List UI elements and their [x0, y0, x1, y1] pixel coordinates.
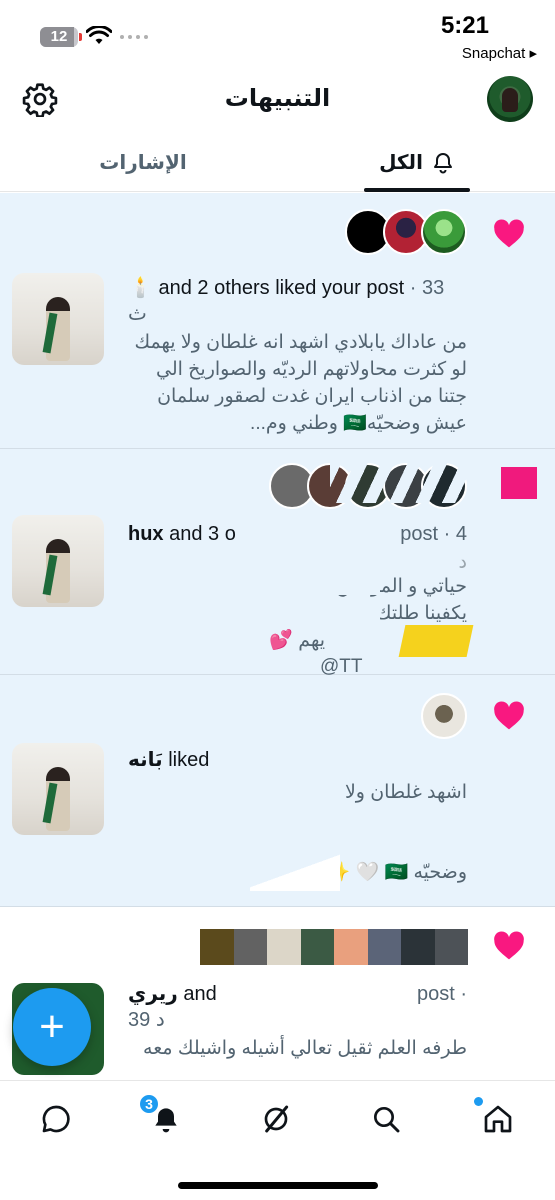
grok-icon — [264, 1105, 289, 1133]
liker-name: بَانه — [128, 749, 163, 771]
compose-button[interactable]: + — [13, 988, 91, 1066]
notification-summary: 🕯️ and 2 others liked your post · 33 ث — [128, 275, 467, 327]
liker-avatars[interactable] — [345, 209, 467, 255]
tab-selected-indicator — [364, 188, 470, 192]
post-thumbnail[interactable] — [12, 743, 104, 835]
heart-icon — [494, 219, 524, 248]
nav-messages[interactable] — [36, 1099, 76, 1139]
nav-search[interactable] — [366, 1099, 406, 1139]
redaction — [200, 929, 468, 965]
back-to-app-link[interactable]: Snapchat ▸ — [462, 44, 537, 62]
redaction — [250, 601, 380, 627]
summary-tail: post · 4 — [400, 523, 467, 545]
timestamp: 39 د — [128, 1009, 165, 1031]
bell-icon — [433, 153, 452, 174]
nav-grok[interactable] — [256, 1099, 296, 1139]
tab-all[interactable]: الكل — [364, 132, 470, 192]
profile-avatar[interactable] — [487, 76, 533, 122]
redaction — [330, 459, 470, 503]
bottom-nav: 3 — [0, 1080, 555, 1200]
notification-item[interactable]: بَانه liked اشهد غلطان ولا وضحيّه 🇸🇦 🤍 ✨ — [0, 675, 555, 907]
notification-item[interactable]: ريري and post · 39 د طرفه العلم ثقيل تعا… — [0, 907, 555, 1080]
redaction — [250, 851, 340, 891]
nav-notifications[interactable]: 3 — [138, 1093, 186, 1139]
notification-tabs: الكل الإشارات — [0, 132, 555, 192]
post-thumbnail[interactable] — [12, 273, 104, 365]
summary-prefix: 🕯️ — [128, 277, 159, 299]
liker-avatar[interactable] — [421, 209, 467, 255]
battery-icon: 12 — [40, 27, 82, 47]
redaction — [398, 625, 474, 657]
summary-text: and 3 o — [163, 523, 236, 545]
summary-tail: post · — [416, 983, 467, 1005]
notifications-feed[interactable]: 🕯️ and 2 others liked your post · 33 ث م… — [0, 193, 555, 1080]
notification-summary: بَانه liked — [128, 747, 467, 773]
post-excerpt: من عاداك يابلادي اشهد انه غلطان ولا يهمك… — [134, 332, 467, 434]
redaction — [230, 569, 380, 595]
home-indicator[interactable] — [178, 1182, 378, 1189]
liker-name: hux — [128, 523, 164, 545]
tab-all-label: الكل — [379, 151, 423, 174]
liker-avatars[interactable] — [421, 693, 467, 739]
notification-item[interactable]: 🕯️ and 2 others liked your post · 33 ث م… — [0, 193, 555, 449]
redaction — [238, 515, 390, 551]
summary-text: and 2 others liked your post — [158, 277, 405, 299]
app-header: التنبيهات — [0, 70, 555, 132]
status-bar: 12 5:21 Snapchat ▸ — [0, 0, 555, 70]
notification-count-badge: 3 — [138, 1093, 160, 1115]
compose-plus-icon: + — [39, 1002, 65, 1051]
battery-level: 12 — [50, 28, 68, 45]
post-thumbnail[interactable] — [12, 515, 104, 607]
nav-home[interactable] — [474, 1097, 518, 1139]
tab-mentions[interactable]: الإشارات — [88, 132, 198, 192]
chat-icon — [42, 1105, 70, 1133]
liker-avatar[interactable] — [421, 693, 467, 739]
search-icon — [374, 1107, 400, 1133]
page-title: التنبيهات — [224, 85, 331, 112]
notification-item[interactable]: hux and 3 o post · 4 د حياتي و المواطن ي… — [0, 449, 555, 677]
post-excerpt: يهم 💕 — [269, 630, 325, 651]
tab-mentions-label: الإشارات — [99, 151, 187, 174]
summary-text: and — [177, 983, 217, 1005]
wifi-icon — [86, 26, 112, 44]
heart-icon — [494, 931, 524, 960]
new-content-dot — [474, 1097, 483, 1106]
heart-icon — [494, 701, 524, 730]
summary-text: liked — [162, 749, 210, 771]
cellular-signal-icon — [120, 35, 148, 39]
redaction — [230, 777, 350, 805]
redaction — [501, 467, 537, 499]
home-icon — [484, 1105, 512, 1133]
post-excerpt: طرفه العلم ثقيل تعالي أشيله واشيلك معه — [143, 1038, 467, 1059]
status-time: 5:21 — [440, 12, 489, 39]
liker-name: ريري — [128, 983, 178, 1005]
